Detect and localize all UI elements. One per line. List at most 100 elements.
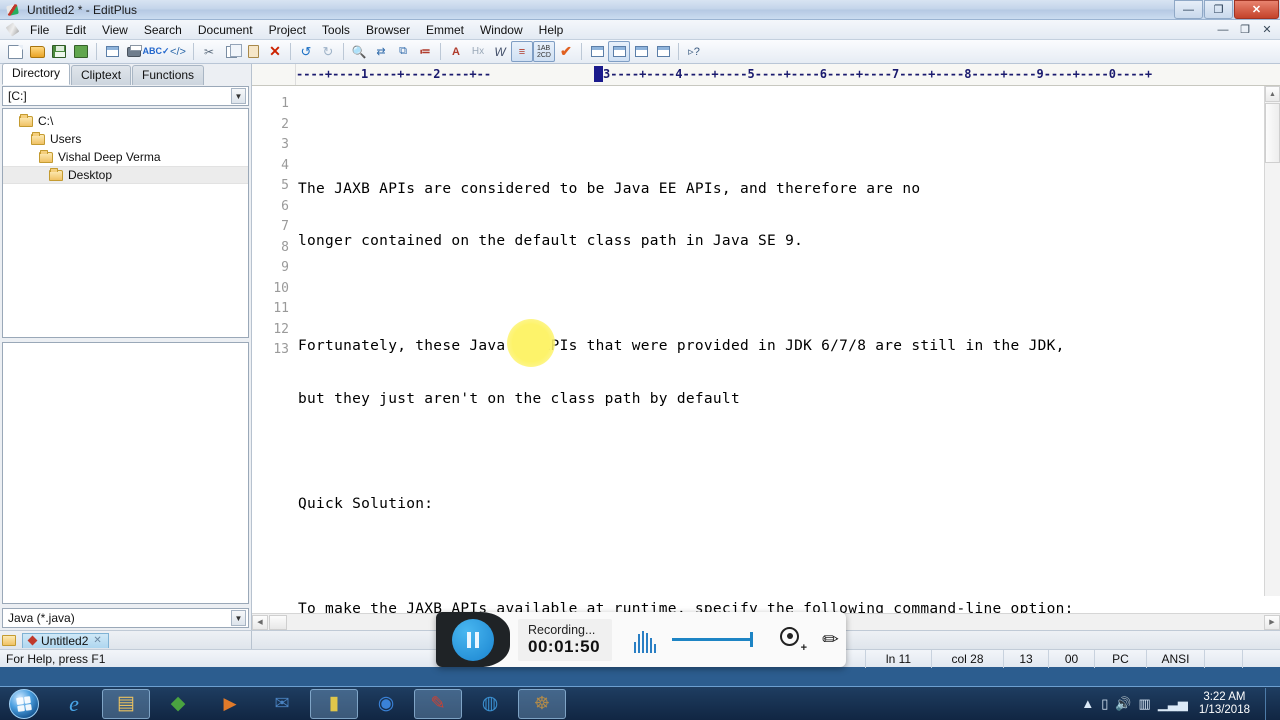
file-type-filter[interactable]: Java (*.java) ▼ [2, 608, 249, 628]
menu-emmet[interactable]: Emmet [418, 21, 472, 39]
insert-list-icon[interactable]: ≔ [414, 41, 436, 62]
directory-pane-icon[interactable] [608, 41, 630, 62]
chevron-down-icon[interactable]: ▼ [231, 88, 246, 104]
taskbar-google-chrome[interactable]: ◉ [362, 689, 410, 719]
menu-browser[interactable]: Browser [358, 21, 418, 39]
mdi-close-button[interactable]: ✕ [1257, 21, 1277, 38]
word-wrap-icon[interactable]: W [489, 41, 511, 62]
paste-icon[interactable] [242, 41, 264, 62]
spell-check-icon[interactable]: ABC✓ [142, 41, 169, 62]
taskbar-firefox[interactable]: ◍ [466, 689, 514, 719]
help-icon[interactable]: ▹? [683, 41, 705, 62]
tree-node-users[interactable]: Users [3, 130, 248, 148]
code-content[interactable]: The JAXB APIs are considered to be Java … [296, 86, 1280, 614]
scroll-up-button[interactable]: ▲ [1265, 86, 1280, 102]
screen-recorder-widget[interactable]: Recording... 00:01:50 + ✏ [436, 612, 846, 667]
chevron-down-icon[interactable]: ▼ [231, 610, 246, 626]
document-tab-untitled2[interactable]: Untitled2 ✕ [22, 632, 109, 648]
taskbar-database-app[interactable]: ▮ [310, 688, 358, 719]
menu-project[interactable]: Project [261, 21, 314, 39]
vertical-scroll-thumb[interactable] [1265, 103, 1280, 163]
code-line[interactable]: Quick Solution: [296, 494, 1280, 515]
code-line[interactable]: To make the JAXB APIs available at runti… [296, 599, 1280, 614]
delete-icon[interactable]: ✕ [264, 41, 286, 62]
code-line[interactable]: Fortunately, these Java EE APIs that wer… [296, 336, 1280, 357]
code-line[interactable]: The JAXB APIs are considered to be Java … [296, 179, 1280, 200]
view-source-icon[interactable]: </> [167, 41, 189, 62]
code-line[interactable] [296, 441, 1280, 462]
directory-tree[interactable]: C:\ Users Vishal Deep Verma Desktop [2, 108, 249, 338]
menu-window[interactable]: Window [472, 21, 531, 39]
tree-node-c-drive[interactable]: C:\ [3, 112, 248, 130]
copy-icon[interactable] [220, 41, 242, 62]
signal-icon[interactable]: ▁▃▅ [1158, 696, 1188, 712]
taskbar-media-player[interactable]: ▶ [206, 689, 254, 719]
code-line[interactable] [296, 546, 1280, 567]
line-numbers-icon[interactable]: ≡ [511, 41, 533, 62]
menu-view[interactable]: View [94, 21, 136, 39]
mdi-restore-button[interactable]: ❐ [1235, 21, 1255, 38]
webcam-add-icon[interactable]: + [780, 626, 807, 654]
battery-icon[interactable]: ▯ [1101, 696, 1108, 712]
volume-slider-track[interactable] [672, 638, 751, 641]
find-replace-icon[interactable]: ⇄ [370, 41, 392, 62]
start-button[interactable] [2, 688, 46, 720]
open-file-icon[interactable] [26, 41, 48, 62]
taskbar-internet-explorer[interactable]: e [50, 689, 98, 719]
tab-cliptext[interactable]: Cliptext [71, 65, 132, 85]
pause-icon[interactable] [452, 618, 494, 661]
taskbar-books-app[interactable]: ◆ [154, 689, 202, 719]
mdi-minimize-button[interactable]: — [1213, 21, 1233, 38]
menu-help[interactable]: Help [531, 21, 572, 39]
volume-icon[interactable]: 🔊 [1115, 696, 1131, 712]
output-window-icon[interactable] [630, 41, 652, 62]
format-icon[interactable]: 1AB 2CD [533, 41, 555, 62]
pencil-icon[interactable]: ✏ [822, 627, 839, 652]
cut-icon[interactable]: ✂ [198, 41, 220, 62]
tree-node-desktop[interactable]: Desktop [3, 166, 248, 184]
tab-directory[interactable]: Directory [2, 63, 71, 85]
pause-button[interactable] [436, 612, 510, 667]
full-screen-icon[interactable] [652, 41, 674, 62]
volume-slider[interactable] [672, 632, 762, 647]
menu-search[interactable]: Search [136, 21, 190, 39]
horizontal-scroll-thumb[interactable] [269, 614, 287, 630]
tab-functions[interactable]: Functions [132, 65, 205, 85]
taskbar-windows-explorer[interactable]: ▤ [102, 688, 150, 719]
drive-selector[interactable]: [C:] ▼ [2, 86, 249, 106]
goto-icon[interactable]: ⧉ [392, 41, 414, 62]
minimize-button[interactable]: — [1174, 0, 1203, 19]
menu-document[interactable]: Document [190, 21, 261, 39]
close-button[interactable]: ✕ [1234, 0, 1279, 19]
toolbar-toggle-icon[interactable] [586, 41, 608, 62]
code-line[interactable] [296, 126, 1280, 147]
show-desktop-button[interactable] [1265, 687, 1274, 720]
font-icon[interactable]: A [445, 41, 467, 62]
taskbar-java-ee-ide[interactable]: ☸ [518, 688, 566, 719]
file-list-panel[interactable] [2, 342, 249, 604]
code-line[interactable]: but they just aren't on the class path b… [296, 389, 1280, 410]
maximize-button[interactable]: ❐ [1204, 0, 1233, 19]
check-icon[interactable]: ✔ [555, 41, 577, 62]
vertical-scrollbar[interactable]: ▲ [1264, 86, 1280, 596]
code-line[interactable] [296, 284, 1280, 305]
tree-node-user-home[interactable]: Vishal Deep Verma [3, 148, 248, 166]
save-icon[interactable] [48, 41, 70, 62]
network-alert-icon[interactable]: ▥ [1139, 696, 1151, 712]
menu-edit[interactable]: Edit [57, 21, 94, 39]
volume-slider-knob[interactable] [750, 632, 754, 647]
hex-icon[interactable]: Hx [467, 41, 489, 62]
new-file-icon[interactable] [4, 41, 26, 62]
find-icon[interactable]: 🔍 [348, 41, 370, 62]
menu-file[interactable]: File [22, 21, 57, 39]
taskbar-thunderbird[interactable]: ✉ [258, 689, 306, 719]
print-preview-icon[interactable] [101, 41, 123, 62]
code-area[interactable]: 1 2 3 4 5 6 7 8 9 10 11 12 13 The JAXB A… [252, 86, 1280, 613]
menu-tools[interactable]: Tools [314, 21, 358, 39]
show-hidden-icons-arrow[interactable]: ▲ [1081, 696, 1094, 711]
close-icon[interactable]: ✕ [93, 635, 101, 646]
redo-icon[interactable]: ↻ [317, 41, 339, 62]
save-all-icon[interactable] [70, 41, 92, 62]
undo-icon[interactable]: ↺ [295, 41, 317, 62]
taskbar-clock[interactable]: 3:22 AM 1/13/2018 [1195, 691, 1254, 717]
